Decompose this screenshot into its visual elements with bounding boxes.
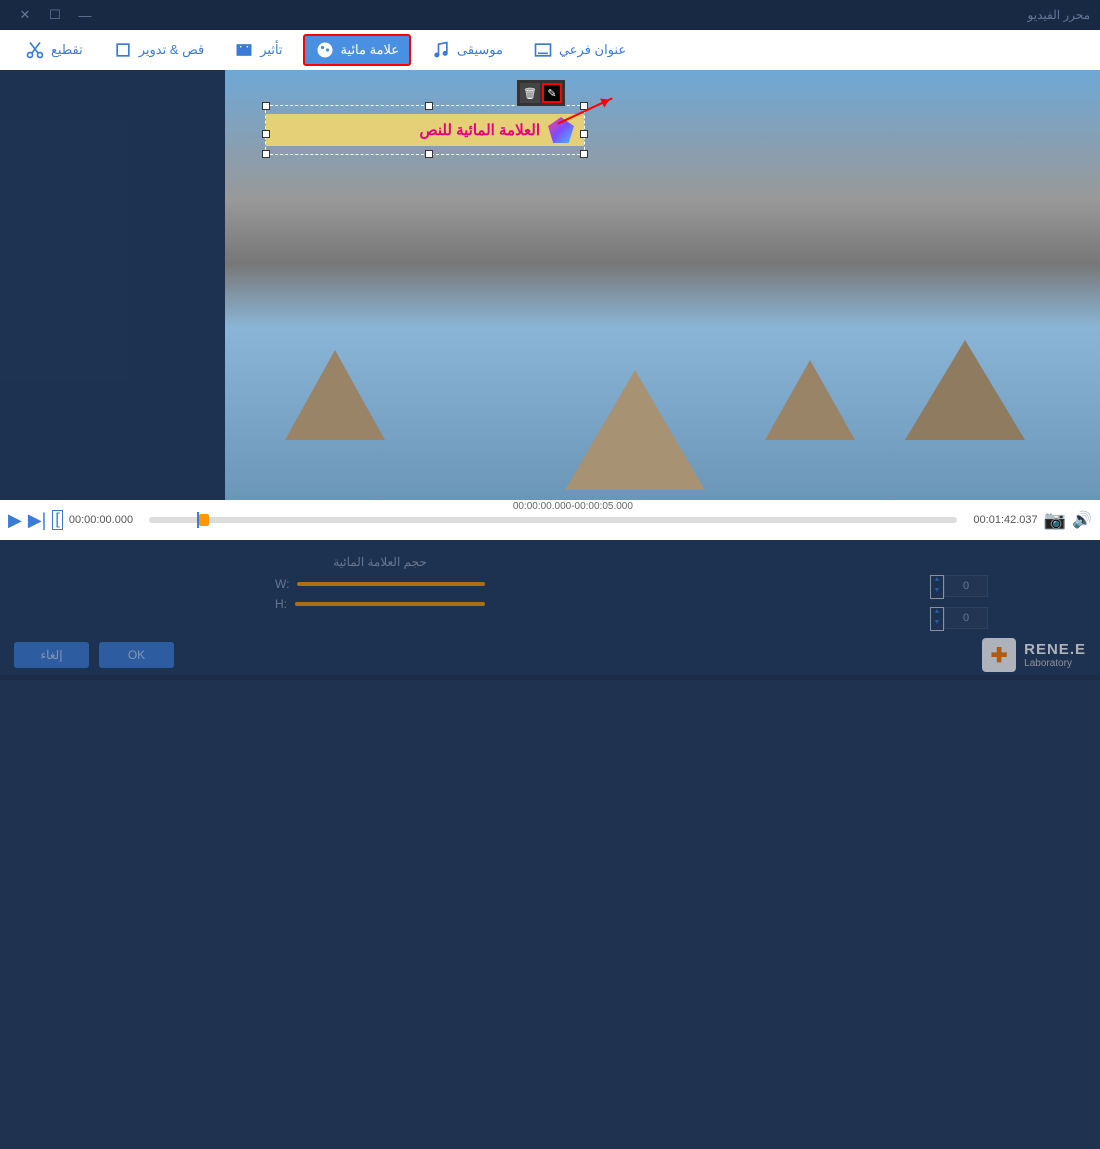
effect-button[interactable]: تأثير (224, 36, 292, 64)
cut-button[interactable]: تقطيع (15, 36, 93, 64)
timeline-position: 00:00:00.000 (69, 514, 133, 526)
crop-button[interactable]: قص & تدوير (103, 36, 215, 64)
step-icon[interactable]: ▶| (28, 510, 47, 531)
title-bar: محرر الفيديو ― ☐ ✕ (0, 0, 1100, 30)
timeline-total: 00:01:42.037 (973, 514, 1037, 526)
w-value[interactable]: 0 (944, 575, 988, 597)
play-icon[interactable]: ▶ (8, 510, 22, 531)
timeline: ▶ ▶| [ 00:00:00.000 00:00:00.000-00:00:0… (0, 500, 1100, 540)
app-title: محرر الفيديو (1028, 8, 1090, 22)
size-panel: حجم العلامة المائية W: H: (275, 555, 485, 617)
mark-in-icon[interactable]: [ (52, 510, 62, 530)
watermark-overlay[interactable]: العلامة المائية للنص (265, 105, 585, 155)
minimize-icon[interactable]: ― (70, 8, 100, 23)
close-icon[interactable]: ✕ (10, 7, 40, 23)
music-button[interactable]: موسيقى (421, 36, 513, 64)
ok-button[interactable]: OK (99, 642, 174, 668)
maximize-icon[interactable]: ☐ (40, 7, 70, 23)
logo-icon: ✚ (982, 638, 1016, 672)
timeline-track[interactable]: 00:00:00.000-00:00:05.000 (149, 517, 957, 523)
side-panel (0, 70, 225, 500)
h-value[interactable]: 0 (944, 607, 988, 629)
edit-watermark-icon[interactable]: ✎ (542, 83, 562, 103)
cancel-button[interactable]: إلغاء (14, 642, 89, 668)
watermark-mini-toolbar: ✎ 🗑 (517, 80, 565, 106)
width-slider[interactable] (297, 582, 485, 586)
brand-logo: ✚ RENE.ELaboratory (982, 638, 1086, 672)
main-toolbar: تقطيع قص & تدوير تأثير علامة مائية موسيق… (0, 30, 1100, 70)
volume-icon[interactable]: 🔊 (1072, 510, 1092, 530)
watermark-button[interactable]: علامة مائية (303, 34, 412, 66)
watermark-text: العلامة المائية للنص (420, 121, 541, 139)
video-preview: ✎ 🗑 العلامة المائية للنص (225, 70, 1100, 500)
height-slider[interactable] (295, 602, 485, 606)
footer-buttons: إلغاء OK (14, 642, 174, 668)
snapshot-icon[interactable]: 📷 (1044, 510, 1066, 531)
delete-watermark-icon[interactable]: 🗑 (520, 83, 540, 103)
subtitle-button[interactable]: عنوان فرعي (523, 36, 636, 64)
